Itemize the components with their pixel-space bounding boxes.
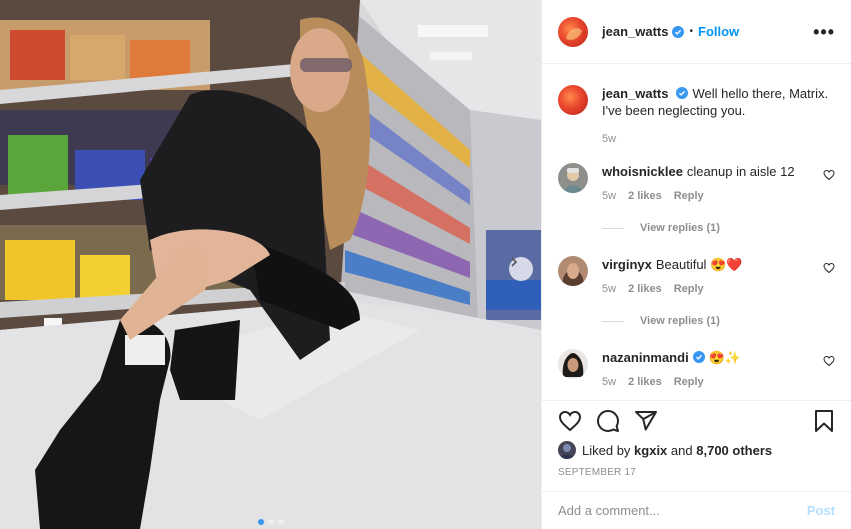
verified-badge-icon	[672, 25, 685, 38]
comment-reply-button[interactable]: Reply	[674, 283, 704, 295]
comment-text: Beautiful 😍❤️	[655, 257, 743, 272]
header-separator: •	[689, 26, 693, 37]
carousel-dot-active	[258, 519, 264, 525]
comment-icon[interactable]	[596, 409, 620, 433]
add-comment-bar: Post	[542, 491, 851, 529]
carousel-dot	[278, 519, 284, 525]
likes-count[interactable]: 8,700 others	[696, 443, 772, 458]
liker-avatar[interactable]	[558, 441, 576, 459]
liked-by-and: and	[670, 442, 693, 458]
view-replies-line	[602, 227, 624, 229]
carousel-dot	[268, 519, 274, 525]
next-arrow-button[interactable]	[509, 257, 533, 281]
liked-by-user[interactable]: kgxix	[634, 443, 667, 458]
comment-item: whoisnicklee cleanup in aisle 12 5w 2 lik…	[558, 163, 835, 202]
comment-age: 5w	[602, 190, 617, 202]
author-avatar[interactable]	[558, 16, 588, 47]
view-replies-button[interactable]: View replies (1)	[602, 315, 720, 327]
comment-text: 😍✨	[708, 350, 742, 365]
commenter-avatar[interactable]	[558, 349, 588, 379]
post-date: SEPTEMBER 17	[558, 467, 636, 478]
heart-icon[interactable]	[823, 262, 835, 274]
likes-summary[interactable]: Liked by kgxix and 8,700 others	[558, 441, 835, 459]
comment-likes[interactable]: 2 likes	[628, 283, 662, 295]
comment-likes[interactable]: 2 likes	[628, 190, 662, 202]
comment-text: cleanup in aisle 12	[686, 164, 795, 179]
carousel-dots	[258, 519, 284, 525]
heart-icon[interactable]	[823, 169, 835, 181]
verified-badge-icon	[676, 87, 689, 99]
more-options-icon[interactable]: •••	[813, 23, 835, 41]
comments-list[interactable]: jean_watts Well hello there, Matrix. I've…	[542, 65, 851, 400]
caption-username[interactable]: jean_watts	[602, 86, 668, 101]
heart-icon[interactable]	[823, 355, 835, 367]
comment-age: 5w	[602, 283, 617, 295]
post-header: jean_watts • Follow •••	[542, 0, 851, 64]
comment-item: virginyx Beautiful 😍❤️ 5w 2 likes Reply	[558, 256, 835, 295]
post-panel: jean_watts • Follow ••• jean_watts Well h…	[541, 0, 851, 529]
caption-age: 5w	[602, 133, 617, 145]
caption-avatar[interactable]	[558, 85, 588, 115]
next-arrow-icon	[511, 257, 518, 267]
commenter-avatar[interactable]	[558, 163, 588, 193]
comment-reply-button[interactable]: Reply	[674, 190, 704, 202]
verified-badge-icon	[692, 351, 705, 363]
caption: jean_watts Well hello there, Matrix. I've…	[558, 85, 835, 145]
comment-username[interactable]: whoisnicklee	[602, 164, 683, 179]
heart-icon[interactable]	[558, 409, 582, 433]
post-button[interactable]: Post	[807, 503, 835, 518]
view-replies-line	[602, 320, 624, 322]
comment-username[interactable]: nazaninmandi	[602, 350, 689, 365]
comment-likes[interactable]: 2 likes	[628, 376, 662, 388]
follow-button[interactable]: Follow	[698, 24, 739, 39]
comment-username[interactable]: virginyx	[602, 257, 652, 272]
author-username[interactable]: jean_watts	[602, 24, 668, 39]
post-actions: Liked by kgxix and 8,700 others SEPTEMBE…	[542, 400, 851, 490]
view-replies-label: View replies (1)	[640, 222, 720, 234]
comment-item: nazaninmandi 😍✨ 5w 2 likes Reply	[558, 349, 835, 388]
comment-input[interactable]	[558, 503, 807, 518]
photo-scene	[0, 0, 541, 529]
commenter-avatar[interactable]	[558, 256, 588, 286]
comment-age: 5w	[602, 376, 617, 388]
bookmark-icon[interactable]	[813, 409, 835, 433]
post-photo[interactable]	[0, 0, 541, 529]
liked-by-prefix: Liked by	[582, 442, 631, 458]
share-icon[interactable]	[634, 409, 658, 433]
comment-reply-button[interactable]: Reply	[674, 376, 704, 388]
view-replies-label: View replies (1)	[640, 315, 720, 327]
view-replies-button[interactable]: View replies (1)	[602, 222, 720, 234]
